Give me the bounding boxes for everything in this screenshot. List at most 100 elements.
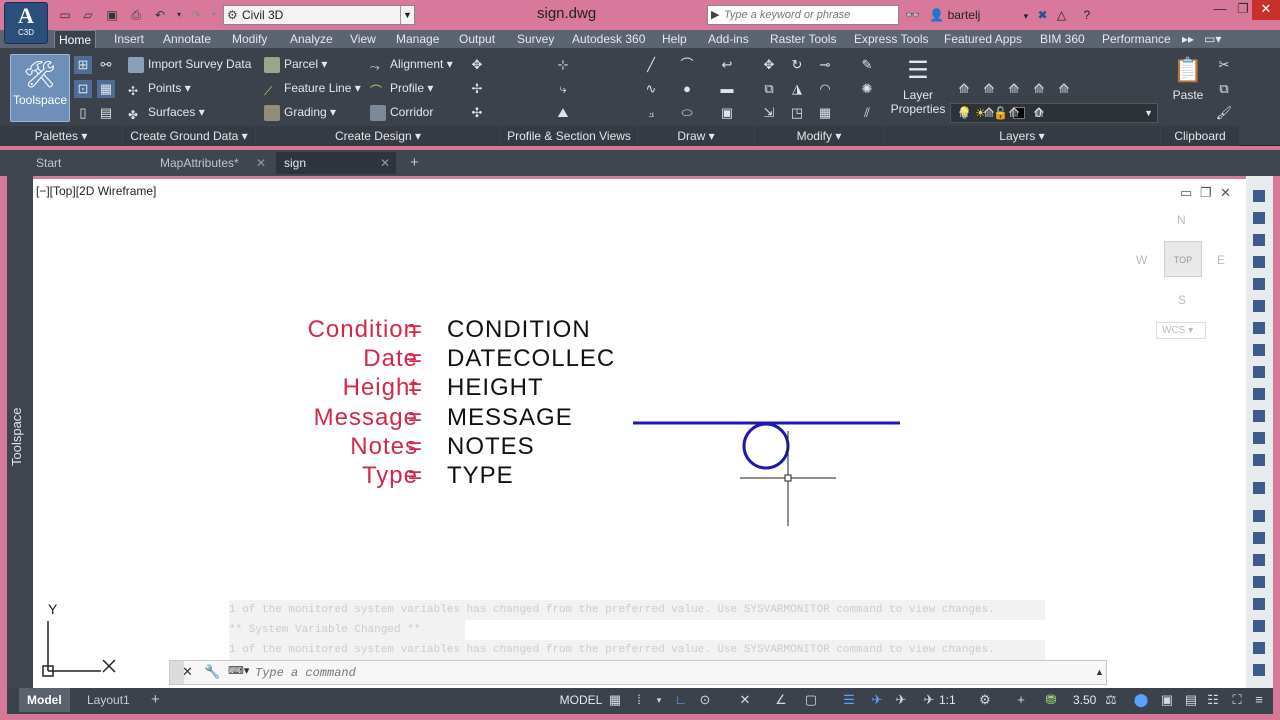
model-space-button[interactable]: MODEL [557,690,605,711]
redo-icon[interactable]: ↷ [187,6,205,24]
workspace-selector[interactable]: ⚙ Civil 3D ▼ [223,5,415,25]
minimize-icon[interactable]: — [1206,0,1234,20]
alignment-button[interactable]: ⤳ Alignment ▾ [370,54,453,74]
annotation-scale-value[interactable]: 1:1 [939,692,956,708]
auto-scale-icon[interactable]: ✈ [893,692,909,708]
explode-icon[interactable]: ✺ [858,80,876,98]
panel-clipboard[interactable]: Clipboard [1161,126,1239,146]
ortho-icon[interactable]: ∟ [673,692,689,708]
application-menu-button[interactable]: A C3D [4,2,48,44]
layer-tool-6-icon[interactable]: ⟰ [955,104,973,122]
polar-icon[interactable]: ⊙ [697,692,713,708]
snap-icon[interactable]: ⁞ [631,692,647,708]
offset-icon[interactable]: ⫽ [858,104,876,122]
command-history-toggle-icon[interactable]: ▲ [1095,667,1104,677]
tab-autodesk-360[interactable]: Autodesk 360 [568,30,649,48]
rotate-icon[interactable]: ↻ [788,56,806,74]
user-signin[interactable]: 👓 👤 bartelj ▾ ✖ △ ? [905,5,1090,25]
toolspace-collapsed-bar[interactable]: Toolspace [7,176,33,688]
arc-icon[interactable]: ⌒ [678,56,696,74]
layout-tab-layout1[interactable]: Layout1 [79,688,138,712]
plus-icon[interactable]: + [1013,692,1029,708]
layer-tool-9-icon[interactable]: ⟰ [1030,104,1048,122]
command-input[interactable] [255,664,1075,682]
stretch-icon[interactable]: ⇲ [760,104,778,122]
fillet-icon[interactable]: ◠ [816,80,834,98]
undo-icon[interactable]: ↶ [151,6,169,24]
drawing-canvas[interactable]: [−][Top][2D Wireframe] ▭ ❐ ✕ N W E S TOP… [33,179,1246,688]
close-icon[interactable]: ✕ [256,152,266,174]
cut-icon[interactable]: ✂ [1215,56,1233,74]
undo-dropdown-icon[interactable]: ▾ [170,6,188,24]
close-icon[interactable]: ✕ [380,152,390,174]
sample-lines-icon[interactable]: ⊹ [554,56,572,74]
panel-profile-section-views[interactable]: Profile & Section Views [501,126,637,146]
a360-icon[interactable]: △ [1057,8,1066,22]
points-button[interactable]: ✣ Points ▾ [128,78,191,98]
layer-tool-2-icon[interactable]: ⟰ [980,80,998,98]
add-layout-icon[interactable]: + [143,688,168,712]
tab-express-tools[interactable]: Express Tools [850,30,932,48]
prospector-icon[interactable]: ⊞ [74,56,92,74]
tab-manage[interactable]: Manage [392,30,443,48]
open-icon[interactable]: ▱ [79,6,97,24]
annotation-scale-icon[interactable]: ✈ [921,692,937,708]
copy-clip-icon[interactable]: ⧉ [1215,80,1233,98]
scale-value[interactable]: 3.50 [1073,692,1096,708]
layout-tab-model[interactable]: Model [19,688,70,712]
menu-icon[interactable]: ≡ [1251,692,1267,708]
surfaces-button[interactable]: ✤ Surfaces ▾ [128,102,205,122]
grid-icon[interactable]: ▦ [607,692,623,708]
tab-modify[interactable]: Modify [228,30,271,48]
tab-view[interactable]: View [346,30,380,48]
chevron-down-icon[interactable]: ▾ [651,692,667,708]
tab-featured-apps[interactable]: Featured Apps [940,30,1026,48]
layer-tool-7-icon[interactable]: ⟰ [980,104,998,122]
trim-icon[interactable]: ⊸ [816,56,834,74]
workspace-gear-icon[interactable]: ⚙ [977,692,993,708]
circle-icon[interactable]: ● [678,80,696,98]
tab-help[interactable]: Help [658,30,691,48]
tab-insert[interactable]: Insert [110,30,148,48]
match-properties-icon[interactable]: 🖌 [1215,104,1233,122]
layer-tool-1-icon[interactable]: ⟰ [955,80,973,98]
file-tab-start[interactable]: Start [28,152,148,174]
paste-button[interactable]: 📋 Paste [1168,54,1208,122]
erase-icon[interactable]: ✎ [858,56,876,74]
isolate-icon[interactable]: ⚖ [1103,692,1119,708]
help-icon[interactable]: ? [1083,8,1090,22]
pipe-network-icon[interactable]: ✣ [468,104,486,122]
tab-annotate[interactable]: Annotate [159,30,215,48]
save-icon[interactable]: ▣ [103,6,121,24]
annotation-monitor-icon[interactable]: ⛃ [1043,692,1059,708]
object-snap-tracking-icon[interactable]: ∠ [773,692,789,708]
fullscreen-icon[interactable]: ⛶ [1229,692,1245,708]
layer-tool-3-icon[interactable]: ⟰ [1005,80,1023,98]
layer-tool-8-icon[interactable]: ⟰ [1005,104,1023,122]
close-icon[interactable]: ✕ [1252,0,1280,20]
layer-tool-4-icon[interactable]: ⟰ [1030,80,1048,98]
settings-icon[interactable]: ⚯ [97,56,115,74]
hardware-acceleration-icon[interactable]: ▤ [1183,692,1199,708]
section-views-icon[interactable]: ⛰ [554,104,572,122]
array-icon[interactable]: ▦ [816,104,834,122]
ellipse-icon[interactable]: ⬭ [678,104,696,122]
design-center-icon[interactable]: ▤ [97,104,115,122]
file-tab-sign[interactable]: sign ✕ [276,152,396,174]
graphics-performance-icon[interactable]: ⬤ [1133,692,1149,708]
toolspace-button[interactable]: 🛠 Toolspace [10,54,70,122]
tab-performance[interactable]: Performance [1098,30,1175,48]
tab-raster-tools[interactable]: Raster Tools [766,30,840,48]
new-icon[interactable]: ▭ [56,6,74,24]
panel-palettes[interactable]: Palettes ▾ [0,126,122,146]
panel-draw[interactable]: Draw ▾ [638,126,754,146]
file-tab-mapattributes[interactable]: MapAttributes* ✕ [152,152,272,174]
panel-create-ground-data[interactable]: Create Ground Data ▾ [123,126,255,146]
layer-properties-button[interactable]: ☰ Layer Properties [890,54,946,122]
search-input[interactable]: ▶ Type a keyword or phrase [707,5,899,25]
corridor-button[interactable]: Corridor [370,102,433,122]
redo-dropdown-icon[interactable]: ▾ [205,6,223,24]
annotation-visibility-icon[interactable]: ✈ [869,692,885,708]
intersection-icon[interactable]: ✥ [468,56,486,74]
clean-screen-icon[interactable]: ▣ [1159,692,1175,708]
